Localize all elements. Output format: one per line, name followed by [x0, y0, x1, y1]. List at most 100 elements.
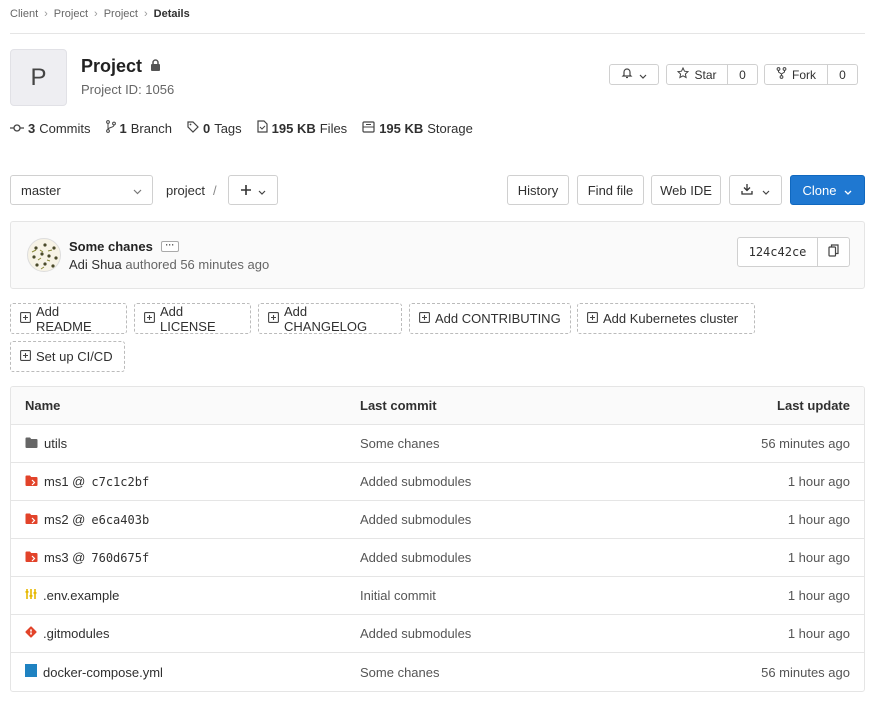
branch-name: master	[21, 182, 61, 198]
file-name[interactable]: ms2 @	[44, 512, 85, 527]
star-group: Star 0	[666, 64, 758, 85]
row-commit[interactable]: Some chanes	[360, 425, 440, 462]
table-row[interactable]: ms3 @ 760d675f Added submodules 1 hour a…	[11, 539, 864, 577]
file-name[interactable]: .env.example	[43, 588, 119, 603]
project-avatar: P	[10, 49, 67, 106]
env-file-icon	[25, 588, 37, 603]
star-button[interactable]: Star	[666, 64, 728, 85]
table-row[interactable]: .env.example Initial commit 1 hour ago	[11, 577, 864, 615]
row-update: 1 hour ago	[787, 474, 850, 489]
row-commit[interactable]: Initial commit	[360, 577, 436, 614]
project-stats: 3 Commits 1 Branch 0 Tags 195 KB Files 1…	[10, 120, 488, 136]
setup-ci-cd-label: Set up CI/CD	[36, 349, 113, 364]
history-button[interactable]: History	[507, 175, 569, 205]
chevron-down-icon	[844, 183, 852, 198]
breadcrumb-project[interactable]: Project	[104, 8, 138, 20]
download-icon	[741, 183, 753, 198]
submodule-icon	[25, 550, 38, 565]
file-name[interactable]: ms3 @	[44, 550, 85, 565]
folder-icon	[25, 436, 38, 451]
add-license-label: Add LICENSE	[160, 303, 216, 334]
lock-icon	[150, 59, 161, 74]
file-icon	[257, 120, 268, 136]
breadcrumb-project-group[interactable]: Project	[54, 8, 88, 20]
submodule-hash[interactable]: 760d675f	[91, 551, 149, 565]
author-avatar[interactable]	[27, 238, 61, 272]
add-license-button[interactable]: Add LICENSE	[134, 303, 251, 334]
fork-count[interactable]: 0	[828, 64, 858, 85]
table-row[interactable]: docker-compose.yml Some chanes 56 minute…	[11, 653, 864, 691]
branch-selector[interactable]: master	[10, 175, 153, 205]
find-file-button[interactable]: Find file	[577, 175, 644, 205]
file-name[interactable]: ms1 @	[44, 474, 85, 489]
chevron-down-icon	[133, 183, 142, 198]
plus-icon	[240, 183, 251, 198]
table-row[interactable]: utils Some chanes 56 minutes ago	[11, 425, 864, 463]
add-to-tree-dropdown[interactable]	[228, 175, 278, 205]
notification-button[interactable]	[609, 64, 659, 85]
row-commit[interactable]: Some chanes	[360, 653, 440, 691]
table-row[interactable]: ms2 @ e6ca403b Added submodules 1 hour a…	[11, 501, 864, 539]
plus-square-icon	[268, 311, 279, 326]
star-label: Star	[694, 67, 717, 82]
project-title: Project	[81, 56, 161, 77]
fork-button[interactable]: Fork	[764, 64, 828, 85]
add-changelog-button[interactable]: Add CHANGELOG	[258, 303, 402, 334]
clone-dropdown[interactable]: Clone	[790, 175, 865, 205]
row-commit[interactable]: Added submodules	[360, 463, 471, 500]
file-name[interactable]: .gitmodules	[43, 626, 109, 641]
commit-title: Some chanes ···	[69, 239, 179, 254]
files-label: Files	[319, 120, 348, 136]
add-readme-button[interactable]: Add README	[10, 303, 127, 334]
row-update: 1 hour ago	[787, 550, 850, 565]
plus-square-icon	[144, 311, 155, 326]
commits-count: 3	[28, 120, 36, 136]
storage-size: 195 KB	[379, 120, 424, 136]
file-name[interactable]: docker-compose.yml	[43, 665, 163, 680]
submodule-hash[interactable]: e6ca403b	[91, 513, 149, 527]
fork-icon	[776, 67, 787, 82]
branch-stat[interactable]: 1 Branch	[105, 120, 172, 136]
breadcrumb-separator: ›	[94, 8, 98, 20]
add-contributing-label: Add CONTRIBUTING	[435, 311, 561, 326]
commit-sha[interactable]: 124c42ce	[737, 237, 818, 267]
plus-square-icon	[419, 311, 430, 326]
add-changelog-label: Add CHANGELOG	[284, 303, 368, 334]
table-header: Name Last commit Last update	[11, 387, 864, 425]
tags-stat[interactable]: 0 Tags	[187, 121, 242, 136]
file-name[interactable]: utils	[44, 436, 67, 451]
header-last-update: Last update	[777, 398, 850, 413]
path-separator: /	[213, 183, 217, 198]
row-commit[interactable]: Added submodules	[360, 501, 471, 538]
submodule-hash[interactable]: c7c1c2bf	[91, 475, 149, 489]
breadcrumb-separator: ›	[44, 8, 48, 20]
storage-stat[interactable]: 195 KB Storage	[362, 121, 473, 136]
row-commit[interactable]: Added submodules	[360, 539, 471, 576]
download-dropdown[interactable]	[729, 175, 782, 205]
tags-label: Tags	[214, 120, 242, 136]
commit-author[interactable]: Adi Shua	[69, 257, 122, 272]
breadcrumb-client[interactable]: Client	[10, 8, 38, 20]
table-row[interactable]: .gitmodules Added submodules 1 hour ago	[11, 615, 864, 653]
branch-icon	[105, 120, 116, 136]
setup-ci-cd-button[interactable]: Set up CI/CD	[10, 341, 125, 372]
commit-time: authored 56 minutes ago	[125, 257, 270, 272]
row-update: 56 minutes ago	[761, 664, 850, 680]
table-row[interactable]: ms1 @ c7c1c2bf Added submodules 1 hour a…	[11, 463, 864, 501]
ellipsis-button[interactable]: ···	[160, 241, 179, 252]
divider	[10, 33, 865, 34]
star-count[interactable]: 0	[728, 64, 758, 85]
notification-dropdown[interactable]	[609, 64, 659, 85]
files-stat[interactable]: 195 KB Files	[257, 120, 348, 136]
copy-sha-button[interactable]	[818, 237, 850, 267]
file-tree-table: Name Last commit Last update utils Some …	[10, 386, 865, 692]
row-commit[interactable]: Added submodules	[360, 615, 471, 652]
add-kubernetes-cluster-button[interactable]: Add Kubernetes cluster	[577, 303, 755, 334]
repo-path-root[interactable]: project	[166, 183, 205, 198]
bell-icon	[621, 67, 633, 82]
commits-stat[interactable]: 3 Commits	[10, 121, 91, 136]
project-id: Project ID: 1056	[81, 82, 175, 97]
web-ide-button[interactable]: Web IDE	[651, 175, 721, 205]
commit-message[interactable]: Some chanes	[69, 239, 153, 254]
add-contributing-button[interactable]: Add CONTRIBUTING	[409, 303, 571, 334]
